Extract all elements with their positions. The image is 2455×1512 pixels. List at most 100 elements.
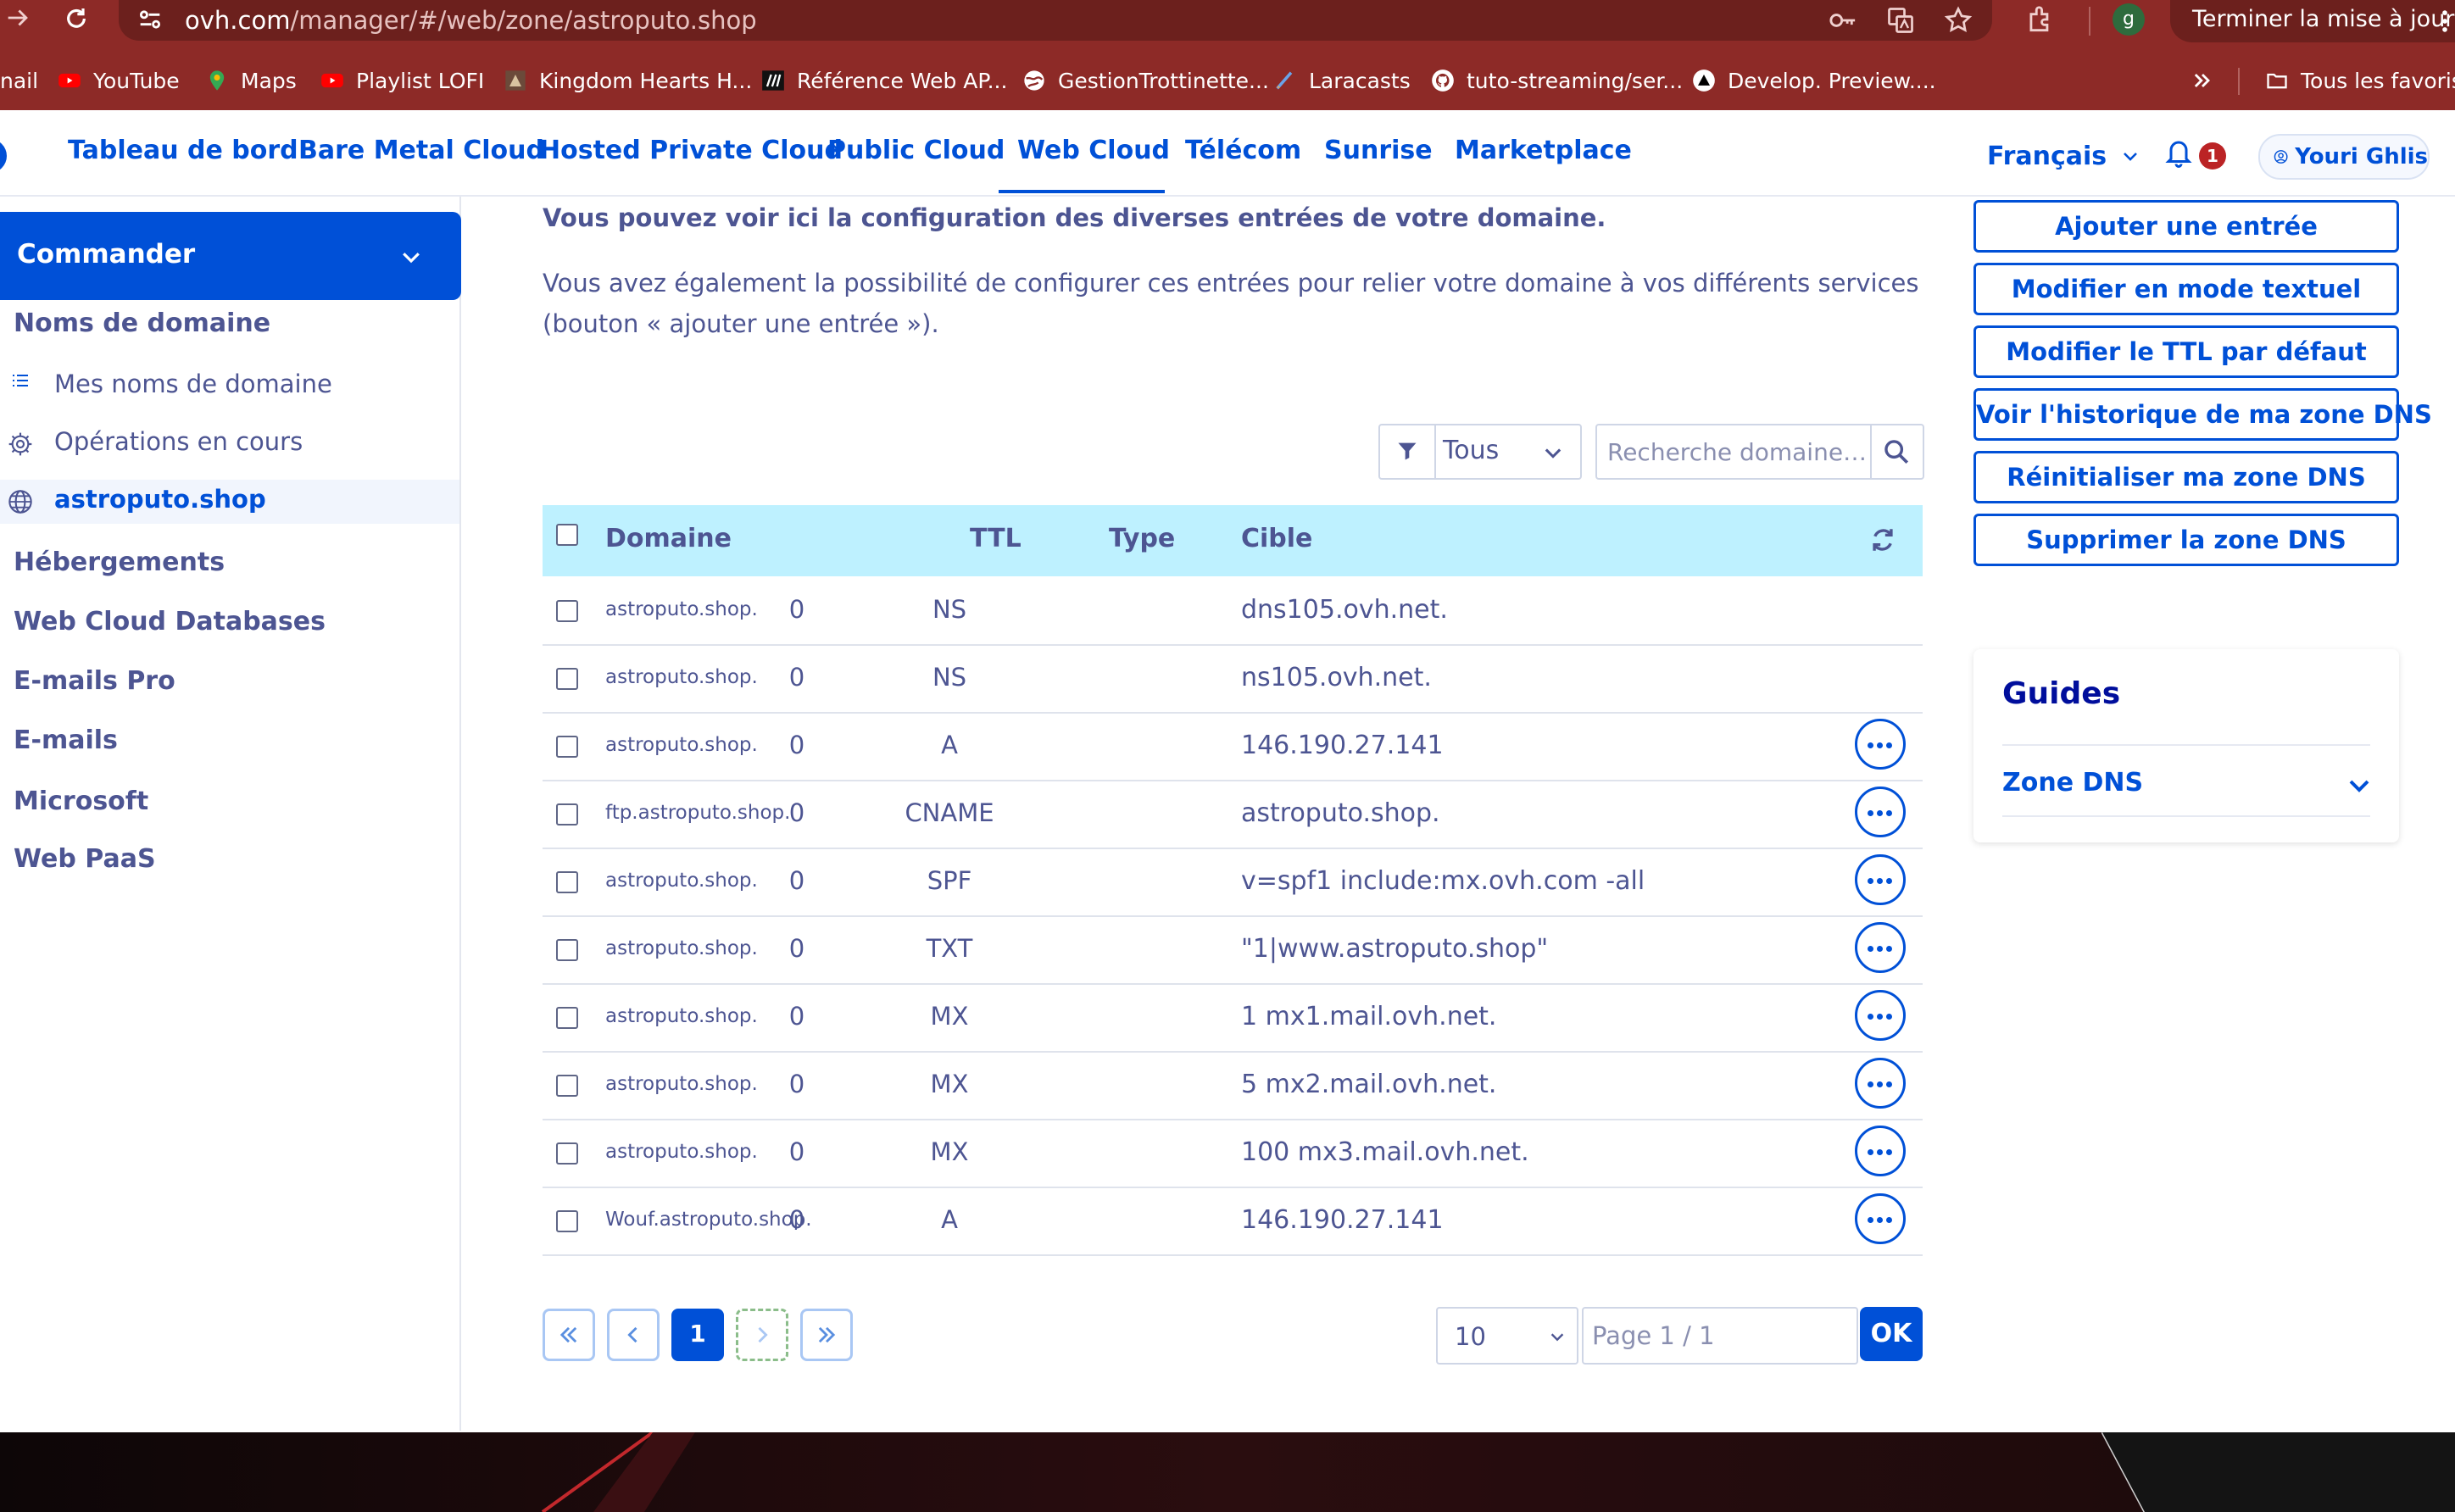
youtube-icon [321, 73, 343, 88]
nav-tab-telecom[interactable]: Télécom [1185, 136, 1301, 165]
select-all-checkbox[interactable] [556, 524, 578, 546]
guides-title: Guides [2002, 676, 2121, 711]
update-chrome-button[interactable]: Terminer la mise à jour [2170, 0, 2455, 42]
notifications-button[interactable] [2163, 136, 2197, 173]
page-size-select[interactable]: 10 [1436, 1307, 1578, 1365]
cell-domain: astroputo.shop. [605, 1005, 758, 1027]
nav-tab-public-cloud[interactable]: Public Cloud [827, 136, 1005, 165]
nav-tab-sunrise[interactable]: Sunrise [1324, 136, 1433, 165]
password-key-icon[interactable] [1828, 7, 1858, 34]
bookmark-tuto-streaming[interactable]: tuto-streaming/ser... [1431, 66, 1683, 95]
cell-target: 5 mx2.mail.ovh.net. [1241, 1070, 1497, 1099]
page-number-input[interactable] [1590, 1314, 1848, 1358]
refresh-icon[interactable] [1868, 525, 1897, 554]
guide-link-zone-dns[interactable]: Zone DNS [2002, 768, 2143, 798]
previous-page-button[interactable] [607, 1309, 660, 1361]
row-actions-button[interactable] [1855, 719, 1906, 770]
row-actions-button[interactable] [1855, 854, 1906, 905]
delete-dns-zone-button[interactable]: Supprimer la zone DNS [1973, 514, 2399, 566]
address-bar[interactable]: ovh.com/manager/#/web/zone/astroputo.sho… [119, 0, 1992, 41]
site-settings-icon[interactable] [136, 5, 164, 34]
chevron-down-icon[interactable] [2346, 773, 2372, 798]
bookmark-laracasts[interactable]: Laracasts [1273, 66, 1411, 95]
row-actions-button[interactable] [1855, 1126, 1906, 1176]
translate-icon[interactable] [1885, 5, 1916, 36]
column-header-type[interactable]: Type [1109, 524, 1175, 553]
sidebar-section-databases[interactable]: Web Cloud Databases [14, 607, 326, 636]
type-filter-select[interactable]: Tous [1378, 424, 1582, 480]
row-checkbox[interactable] [556, 668, 578, 690]
sidebar-section-hosting[interactable]: Hébergements [14, 548, 225, 577]
row-actions-button[interactable] [1855, 787, 1906, 837]
sidebar-item-astroputo-shop[interactable]: astroputo.shop [54, 485, 266, 514]
row-checkbox[interactable] [556, 1210, 578, 1232]
column-header-ttl[interactable]: TTL [970, 524, 1022, 553]
sidebar-section-emails-pro[interactable]: E-mails Pro [14, 666, 175, 696]
view-dns-history-button[interactable]: Voir l'historique de ma zone DNS [1973, 388, 2432, 441]
sidebar-section-web-paas[interactable]: Web PaaS [14, 844, 156, 874]
next-page-button[interactable] [736, 1309, 788, 1361]
row-checkbox[interactable] [556, 1007, 578, 1029]
nav-tab-marketplace[interactable]: Marketplace [1455, 136, 1632, 165]
sidebar-section-microsoft[interactable]: Microsoft [14, 787, 148, 816]
bookmark-mail[interactable]: nail [0, 66, 38, 95]
all-bookmarks-folder[interactable]: Tous les favoris [2265, 66, 2455, 95]
bookmark-gestiontrottinette[interactable]: GestionTrottinette... [1022, 66, 1269, 95]
go-to-page-button[interactable]: OK [1860, 1307, 1923, 1361]
forward-arrow-icon[interactable] [3, 3, 32, 32]
language-selector[interactable]: Français [1987, 139, 2140, 173]
bookmark-star-icon[interactable] [1943, 5, 1973, 36]
row-actions-button[interactable] [1855, 990, 1906, 1041]
column-header-domain[interactable]: Domaine [605, 524, 732, 553]
bookmark-maps[interactable]: Maps [205, 66, 297, 95]
search-icon[interactable] [1882, 437, 1911, 466]
row-actions-button[interactable] [1855, 1058, 1906, 1109]
cell-ttl: 0 [788, 595, 805, 624]
profile-avatar[interactable]: g [2113, 3, 2145, 36]
table-row: ftp.astroputo.shop. 0 CNAME astroputo.sh… [543, 780, 1923, 849]
edit-default-ttl-button[interactable]: Modifier le TTL par défaut [1973, 325, 2399, 378]
order-button[interactable]: Commander [0, 212, 461, 300]
kebab-menu-icon[interactable] [2440, 7, 2450, 36]
cell-domain: astroputo.shop. [605, 598, 758, 620]
filter-value: Tous [1443, 436, 1500, 465]
more-bookmarks-chevron-icon[interactable] [2191, 66, 2214, 95]
sidebar-item-my-domains[interactable]: Mes noms de domaine [54, 370, 332, 398]
bookmark-develop-preview[interactable]: Develop. Preview.... [1692, 66, 1936, 95]
row-checkbox[interactable] [556, 600, 578, 622]
bookmark-playlist-lofi[interactable]: Playlist LOFI [320, 66, 484, 95]
user-name: Youri Ghlis [2295, 144, 2428, 170]
cell-domain: astroputo.shop. [605, 937, 758, 959]
sidebar-section-domain-names[interactable]: Noms de domaine [14, 309, 270, 338]
row-checkbox[interactable] [556, 871, 578, 893]
first-page-button[interactable] [543, 1309, 595, 1361]
domain-search-input[interactable] [1606, 431, 1872, 473]
row-actions-button[interactable] [1855, 922, 1906, 973]
gear-icon [7, 431, 34, 458]
url-text[interactable]: ovh.com/manager/#/web/zone/astroputo.sho… [185, 3, 757, 37]
row-checkbox[interactable] [556, 939, 578, 961]
nav-tab-tableau-de-bord[interactable]: Tableau de bord [68, 136, 298, 165]
row-checkbox[interactable] [556, 803, 578, 825]
nav-tab-hosted-private-cloud[interactable]: Hosted Private Cloud [539, 136, 843, 165]
user-menu-button[interactable]: Youri Ghlis [2258, 134, 2430, 180]
last-page-button[interactable] [800, 1309, 853, 1361]
extensions-icon[interactable] [2024, 3, 2057, 36]
bookmark-kingdom-hearts[interactable]: Kingdom Hearts H... [504, 66, 752, 95]
column-header-target[interactable]: Cible [1241, 524, 1312, 553]
bookmark-reference-web-api[interactable]: Référence Web AP... [761, 66, 1007, 95]
row-checkbox[interactable] [556, 736, 578, 758]
reload-icon[interactable] [63, 5, 90, 32]
page-button-current[interactable]: 1 [671, 1309, 724, 1361]
row-actions-button[interactable] [1855, 1193, 1906, 1244]
row-checkbox[interactable] [556, 1075, 578, 1097]
nav-tab-bare-metal-cloud[interactable]: Bare Metal Cloud [298, 136, 544, 165]
row-checkbox[interactable] [556, 1142, 578, 1165]
add-entry-button[interactable]: Ajouter une entrée [1973, 200, 2399, 253]
bookmark-youtube[interactable]: YouTube [58, 66, 180, 95]
edit-text-mode-button[interactable]: Modifier en mode textuel [1973, 263, 2399, 315]
sidebar-section-emails[interactable]: E-mails [14, 725, 118, 755]
nav-tab-web-cloud[interactable]: Web Cloud [1017, 136, 1170, 165]
sidebar-item-operations[interactable]: Opérations en cours [54, 427, 303, 456]
reset-dns-zone-button[interactable]: Réinitialiser ma zone DNS [1973, 451, 2399, 503]
